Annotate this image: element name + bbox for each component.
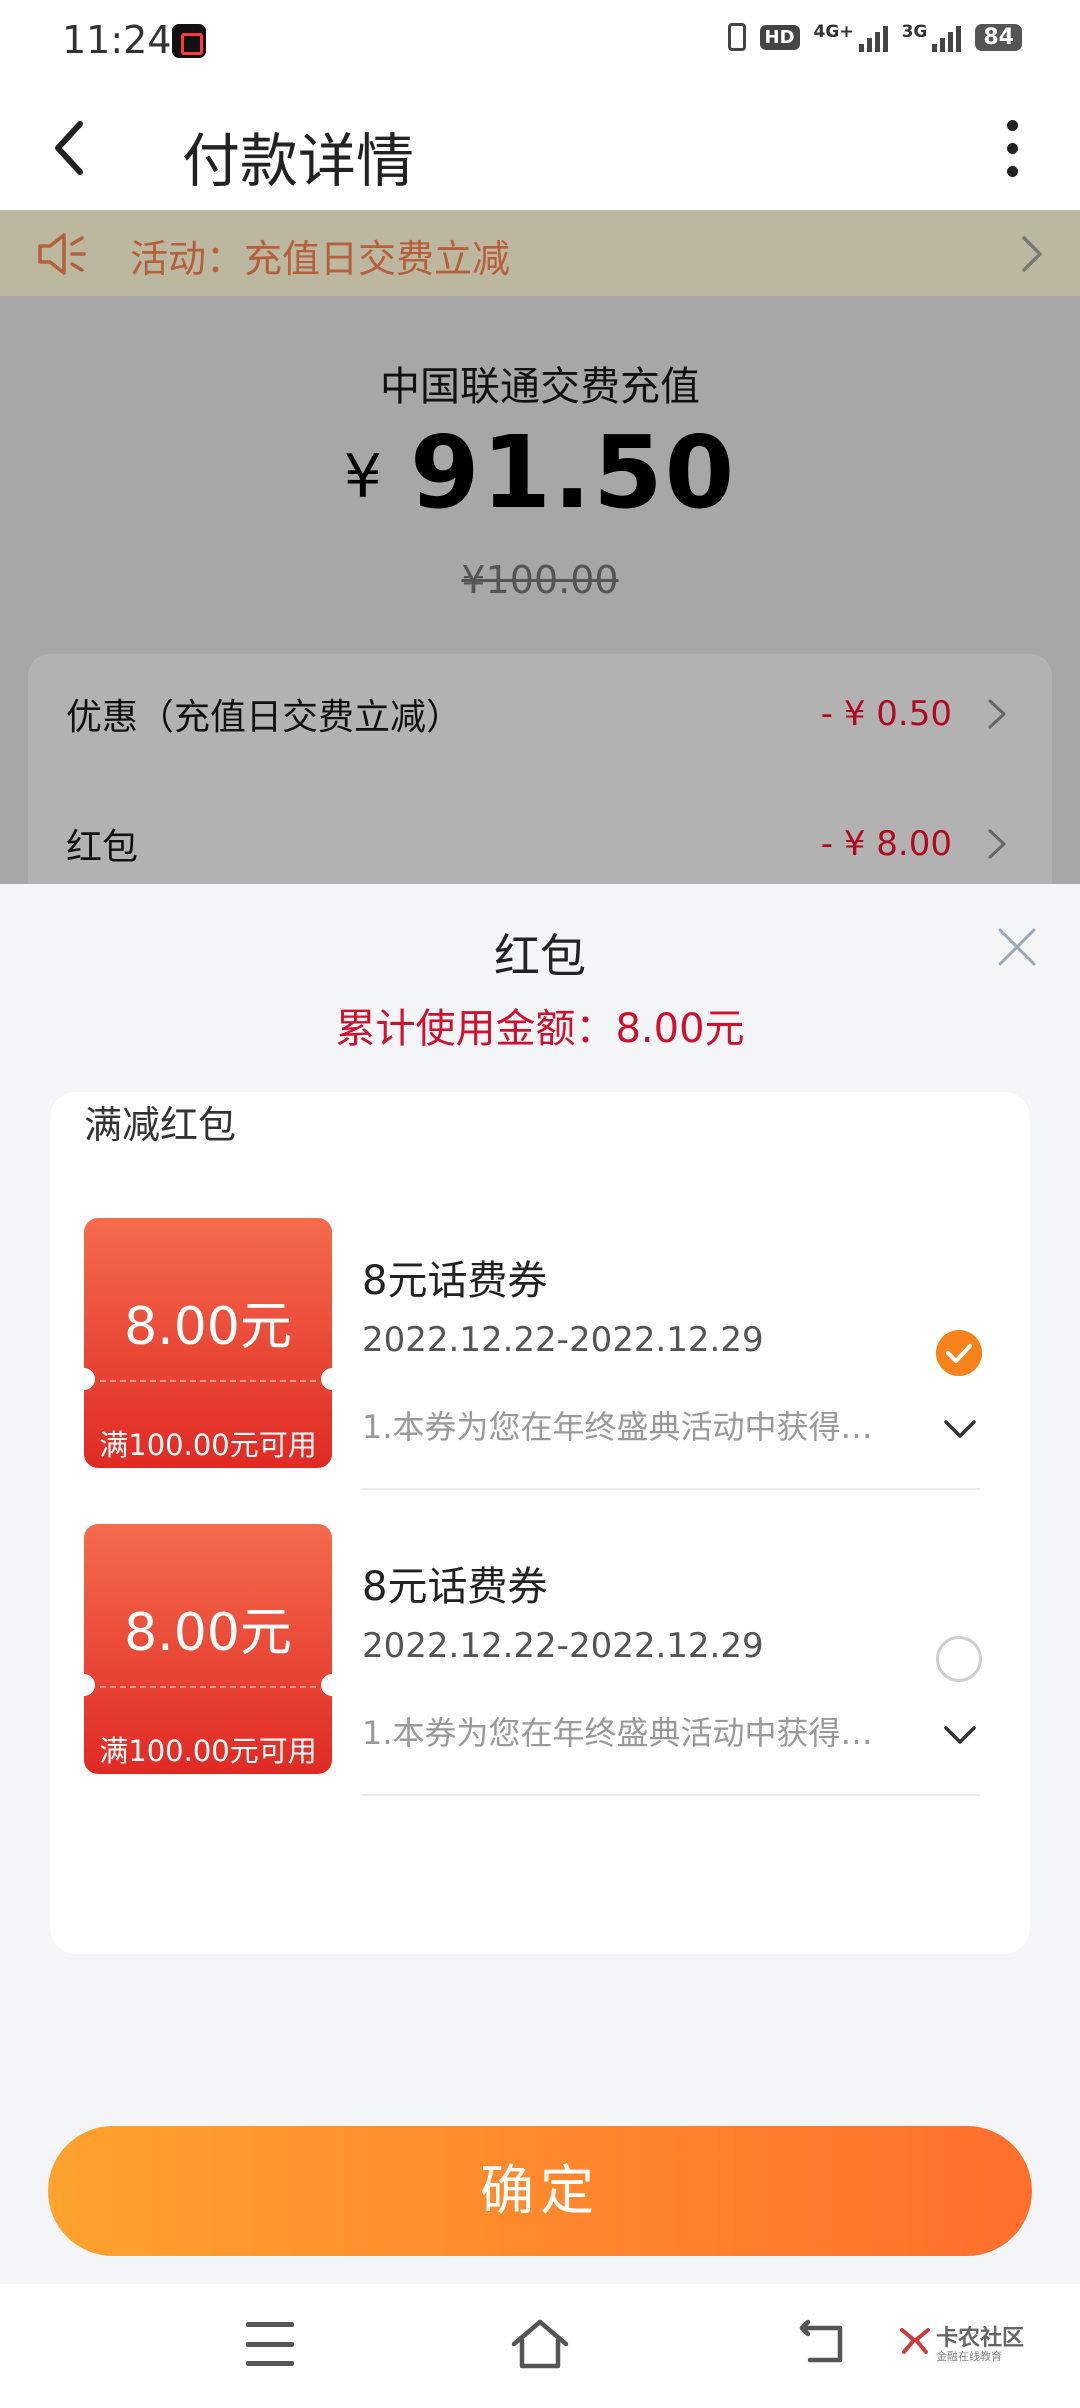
red-packet-row[interactable]: 红包 - ¥ 8.00 — [66, 804, 1012, 884]
section-heading: 满减红包 — [84, 1103, 237, 1147]
status-time: 11:24 — [62, 18, 172, 62]
coupon-name: 8元话费券 — [362, 1258, 548, 1304]
discount-value: - ¥ 0.50 — [820, 694, 952, 734]
sheet-title: 红包 — [494, 929, 586, 983]
chevron-down-icon[interactable] — [940, 1720, 980, 1748]
red-packet-value: - ¥ 8.00 — [820, 824, 952, 864]
divider — [362, 1794, 980, 1796]
status-indicators: HD 4G+ 3G 84 — [727, 22, 1022, 52]
coupon-value: 8.00元 — [124, 1297, 292, 1357]
coupon-ticket: 8.00元 满100.00元可用 — [84, 1524, 332, 1774]
chevron-right-icon — [1022, 236, 1042, 272]
red-packet-sheet: 红包 累计使用金额：8.00元 满减红包 8.00元 满100.00元可用 8元… — [0, 884, 1080, 2284]
ticket-divider — [100, 1380, 316, 1382]
discount-row[interactable]: 优惠（充值日交费立减） - ¥ 0.50 — [66, 674, 1012, 754]
app-header: 付款详情 — [0, 86, 1080, 210]
system-nav-bar: 卡农社区 金融在线教育 — [0, 2284, 1080, 2408]
banner-text: 活动：充值日交费立减 — [130, 237, 511, 281]
chevron-down-icon[interactable] — [940, 1414, 980, 1442]
divider — [362, 1488, 980, 1490]
original-price: ¥100.00 — [461, 558, 619, 602]
product-name: 中国联通交费充值 — [380, 364, 700, 410]
currency-symbol: ¥ — [343, 442, 382, 512]
total-used-amount: 累计使用金额：8.00元 — [335, 1006, 745, 1052]
sim1-signal-icon: 4G+ — [814, 22, 888, 52]
coupon-name: 8元话费券 — [362, 1564, 548, 1610]
chevron-right-icon — [988, 699, 1006, 729]
back-arrow-icon — [55, 121, 83, 175]
red-packet-label: 红包 — [66, 827, 139, 868]
coupon-description: 1.本券为您在年终盛典活动中获得… — [362, 1408, 873, 1446]
status-bar: 11:24 HD 4G+ 3G 84 — [0, 0, 1080, 86]
page-title: 付款详情 — [182, 127, 415, 195]
chevron-right-icon — [988, 829, 1006, 859]
ticket-divider — [100, 1686, 316, 1688]
coupon-condition: 满100.00元可用 — [99, 1428, 317, 1462]
amount-value: 91.50 — [409, 414, 737, 531]
battery-indicator: 84 — [975, 23, 1022, 51]
coupon-item[interactable]: 8.00元 满100.00元可用 8元话费券 2022.12.22-2022.1… — [84, 1524, 1010, 1796]
checkbox-unchecked-icon[interactable] — [936, 1636, 982, 1682]
coupon-list: 满减红包 8.00元 满100.00元可用 8元话费券 2022.12.22-2… — [50, 1092, 1030, 1954]
home-icon[interactable] — [508, 2312, 572, 2376]
recent-apps-icon[interactable] — [246, 2322, 294, 2366]
screen-record-icon — [172, 24, 206, 58]
coupon-date-range: 2022.12.22-2022.12.29 — [362, 1626, 764, 1666]
back-button[interactable] — [36, 108, 116, 188]
watermark-subtext: 金融在线教育 — [936, 2350, 1002, 2363]
coupon-item[interactable]: 8.00元 满100.00元可用 8元话费券 2022.12.22-2022.1… — [84, 1218, 1010, 1490]
more-options-button[interactable] — [972, 108, 1052, 188]
confirm-button[interactable]: 确定 — [48, 2126, 1032, 2256]
watermark: 卡农社区 金融在线教育 — [898, 2320, 1028, 2370]
vibrate-icon — [727, 23, 746, 51]
sim2-signal-icon: 3G — [902, 22, 962, 52]
coupon-value: 8.00元 — [124, 1603, 292, 1663]
coupon-description: 1.本券为您在年终盛典活动中获得… — [362, 1714, 873, 1752]
activity-banner[interactable]: 活动：充值日交费立减 — [0, 210, 1080, 296]
close-icon[interactable] — [990, 920, 1044, 974]
watermark-logo-icon — [900, 2328, 930, 2354]
coupon-date-range: 2022.12.22-2022.12.29 — [362, 1320, 764, 1360]
hd-badge: HD — [759, 24, 800, 50]
payment-amount: ¥91.50 — [0, 414, 1080, 531]
payment-summary: 中国联通交费充值 ¥91.50 ¥100.00 优惠（充值日交费立减） - ¥ … — [0, 296, 1080, 914]
more-dots-icon — [1006, 119, 1018, 131]
speaker-icon — [38, 233, 86, 275]
discount-card: 优惠（充值日交费立减） - ¥ 0.50 红包 - ¥ 8.00 — [28, 654, 1052, 914]
coupon-ticket: 8.00元 满100.00元可用 — [84, 1218, 332, 1468]
coupon-condition: 满100.00元可用 — [99, 1734, 317, 1768]
checkbox-checked-icon[interactable] — [936, 1330, 982, 1376]
system-back-icon[interactable] — [796, 2316, 850, 2370]
discount-label: 优惠（充值日交费立减） — [66, 697, 463, 738]
